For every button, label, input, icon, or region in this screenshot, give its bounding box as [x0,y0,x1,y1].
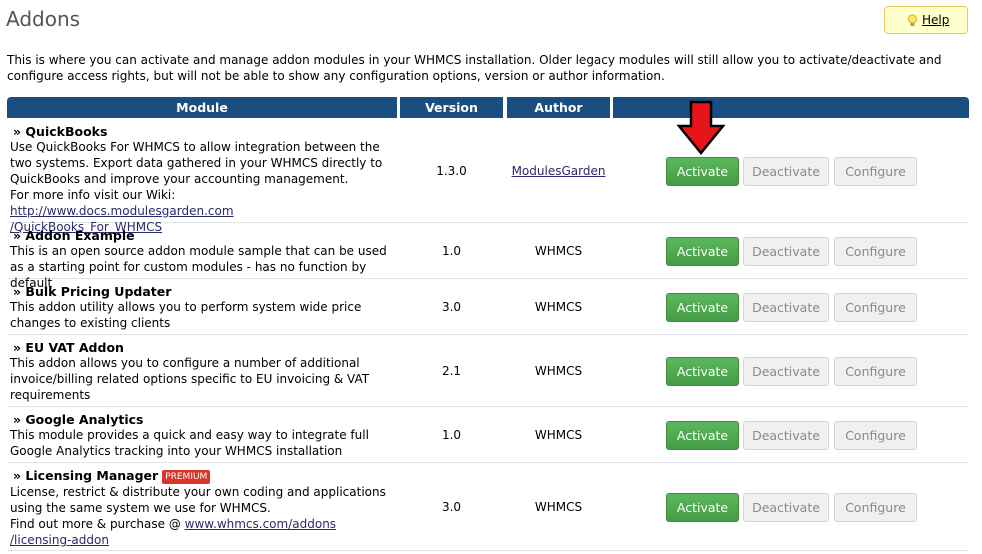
deactivate-button[interactable]: Deactivate [743,421,829,450]
page-title: Addons [6,7,81,31]
deactivate-button[interactable]: Deactivate [743,357,829,386]
activate-button[interactable]: Activate [666,493,739,522]
configure-button[interactable]: Configure [834,293,917,322]
table-row: » Licensing Manager PREMIUM License, rest… [7,463,969,551]
module-version: 1.0 [441,244,462,258]
module-name-text: » Licensing Manager [13,468,159,483]
activate-button[interactable]: Activate [666,293,739,322]
more-info-prefix: Find out more & purchase @ [10,517,185,531]
module-author: WHMCS [534,364,583,378]
table-row: » EU VAT Addon This addon allows you to … [7,335,969,407]
module-author: WHMCS [534,428,583,442]
module-name: » Bulk Pricing Updater [13,284,172,299]
description-text: Use QuickBooks For WHMCS to allow integr… [10,140,383,186]
configure-button[interactable]: Configure [834,157,917,186]
header-author: Author [507,97,610,118]
module-version: 3.0 [441,300,462,314]
activate-button[interactable]: Activate [666,157,739,186]
configure-button[interactable]: Configure [834,421,917,450]
configure-button[interactable]: Configure [834,493,917,522]
purchase-link[interactable]: www.whmcs.com/addons [185,517,336,531]
premium-badge: PREMIUM [162,470,211,484]
purchase-link-continued[interactable]: /licensing-addon [10,533,109,547]
author-link[interactable]: ModulesGarden [512,164,606,178]
module-version: 3.0 [441,500,462,514]
module-author: WHMCS [534,300,583,314]
wiki-link[interactable]: http://www.docs.modulesgarden.com [10,204,234,218]
deactivate-button[interactable]: Deactivate [743,493,829,522]
module-description: License, restrict & distribute your own … [10,484,402,548]
module-author: WHMCS [534,500,583,514]
module-name: » Licensing Manager PREMIUM [13,468,211,484]
help-link[interactable]: Help [922,13,949,27]
module-description: Use QuickBooks For WHMCS to allow integr… [10,139,402,235]
module-description: This module provides a quick and easy wa… [10,428,369,458]
activate-button[interactable]: Activate [666,237,739,266]
configure-button[interactable]: Configure [834,237,917,266]
module-name: » Addon Example [13,228,135,243]
help-box[interactable]: Help [884,6,968,34]
deactivate-button[interactable]: Deactivate [743,293,829,322]
deactivate-button[interactable]: Deactivate [743,237,829,266]
module-author: ModulesGarden [507,164,610,178]
table-row: » Google Analytics This module provides … [7,407,969,463]
header-module: Module [7,97,397,118]
more-info-prefix: For more info visit our Wiki: [10,188,176,202]
table-row: » Addon Example This is an open source a… [7,223,969,290]
module-name: » EU VAT Addon [13,340,124,355]
header-actions [613,97,969,118]
module-author: WHMCS [534,244,583,258]
configure-button[interactable]: Configure [834,357,917,386]
lightbulb-icon [907,14,918,26]
red-down-arrow-icon [676,100,726,155]
table-row: » QuickBooks Use QuickBooks For WHMCS to… [7,120,969,234]
intro-text: This is where you can activate and manag… [7,53,942,83]
module-name: » QuickBooks [13,124,108,139]
activate-button[interactable]: Activate [666,357,739,386]
module-name: » Google Analytics [13,412,144,427]
module-description: This addon allows you to configure a num… [10,356,370,402]
module-description: This addon utility allows you to perform… [10,300,362,330]
description-text: License, restrict & distribute your own … [10,485,386,515]
module-version: 1.0 [441,428,462,442]
module-version: 2.1 [441,364,462,378]
activate-button[interactable]: Activate [666,421,739,450]
module-version: 1.3.0 [436,164,467,178]
header-version: Version [400,97,503,118]
deactivate-button[interactable]: Deactivate [743,157,829,186]
table-row: » Bulk Pricing Updater This addon utilit… [7,279,969,335]
